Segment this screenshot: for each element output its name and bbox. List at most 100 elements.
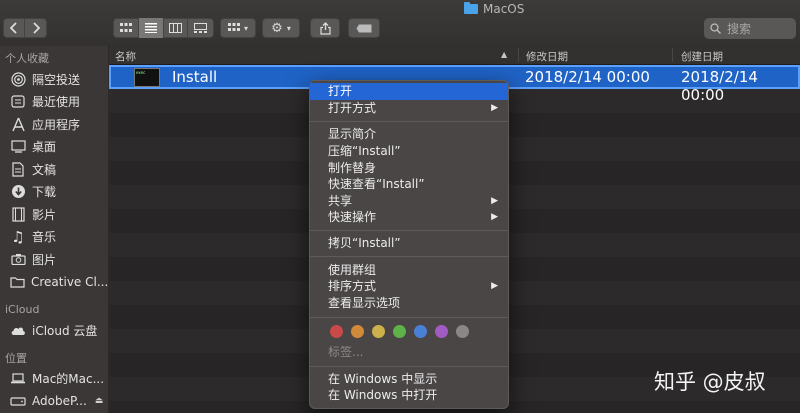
menu-item-view-options[interactable]: 查看显示选项 bbox=[310, 295, 508, 312]
menu-item-compress[interactable]: 压缩“Install” bbox=[310, 143, 508, 160]
menu-item-open-in-windows[interactable]: 在 Windows 中打开 bbox=[310, 387, 508, 404]
search-input[interactable] bbox=[725, 20, 791, 37]
menu-item-label: 共享 bbox=[328, 194, 353, 208]
drive-icon bbox=[10, 393, 26, 409]
airdrop-icon bbox=[10, 71, 26, 87]
sidebar-item-desktop[interactable]: 桌面 bbox=[0, 136, 108, 159]
sidebar-section-favorites: 个人收藏 bbox=[5, 52, 49, 65]
context-menu: 打开 打开方式 ▶ 显示简介 压缩“Install” 制作替身 快速查看“Inst… bbox=[309, 80, 509, 409]
column-modified[interactable]: 修改日期 bbox=[526, 49, 568, 64]
menu-item-get-info[interactable]: 显示简介 bbox=[310, 126, 508, 143]
chevron-down-icon: ▾ bbox=[243, 23, 248, 33]
laptop-icon bbox=[10, 371, 26, 387]
list-view-icon bbox=[144, 23, 157, 33]
sidebar-item-icloud-drive[interactable]: iCloud 云盘 bbox=[0, 319, 108, 342]
menu-item-copy[interactable]: 拷贝“Install” bbox=[310, 235, 508, 252]
menu-item-open[interactable]: 打开 bbox=[310, 83, 508, 100]
sidebar-item-applications[interactable]: 应用程序 bbox=[0, 113, 108, 136]
share-button[interactable] bbox=[310, 18, 340, 38]
sidebar-item-downloads[interactable]: 下载 bbox=[0, 181, 108, 204]
icon-view-icon bbox=[119, 23, 132, 32]
sidebar-item-label: Mac的Mac... bbox=[32, 372, 105, 387]
sidebar-item-movies[interactable]: 影片 bbox=[0, 203, 108, 226]
tag-color-blue[interactable] bbox=[414, 325, 427, 338]
recents-icon bbox=[10, 94, 26, 110]
watermark: 知乎 @皮叔 bbox=[654, 370, 766, 394]
camera-icon bbox=[10, 251, 26, 267]
window-title: MacOS bbox=[464, 0, 524, 18]
eject-icon[interactable]: ⏏ bbox=[95, 396, 104, 406]
sidebar-item-pictures[interactable]: 图片 bbox=[0, 248, 108, 271]
list-view-button[interactable] bbox=[138, 18, 164, 38]
menu-item-label: 在 Windows 中打开 bbox=[328, 388, 438, 402]
forward-button[interactable] bbox=[25, 18, 46, 38]
menu-item-quick-look[interactable]: 快速查看“Install” bbox=[310, 176, 508, 193]
sidebar-item-documents[interactable]: 文稿 bbox=[0, 158, 108, 181]
gallery-view-button[interactable] bbox=[188, 18, 213, 38]
tag-color-gray[interactable] bbox=[456, 325, 469, 338]
action-button[interactable]: ⚙ ▾ bbox=[262, 18, 300, 38]
menu-item-label: 使用群组 bbox=[328, 263, 377, 277]
sidebar-item-music[interactable]: ♫ 音乐 bbox=[0, 226, 108, 249]
search-field[interactable] bbox=[704, 18, 796, 39]
chevron-left-icon bbox=[10, 22, 17, 34]
gear-icon: ⚙ bbox=[271, 20, 283, 36]
sidebar-item-adobe-volume[interactable]: AdobeP... ⏏ bbox=[0, 390, 108, 413]
sidebar-item-label: 音乐 bbox=[32, 230, 57, 245]
sidebar-item-airdrop[interactable]: 隔空投送 bbox=[0, 68, 108, 91]
group-button[interactable]: ▾ bbox=[220, 18, 256, 38]
sidebar: 个人收藏 隔空投送 最近使用 应用程序 桌面 文稿 下载 影片 ♫ 音乐 图片 … bbox=[0, 46, 108, 413]
column-created[interactable]: 创建日期 bbox=[681, 49, 723, 64]
sidebar-item-label: 桌面 bbox=[32, 140, 57, 155]
file-created-date: 2018/2/14 00:00 bbox=[681, 68, 758, 104]
submenu-arrow-icon: ▶ bbox=[491, 103, 498, 113]
share-icon bbox=[319, 21, 331, 35]
menu-item-make-alias[interactable]: 制作替身 bbox=[310, 160, 508, 177]
applications-icon bbox=[10, 116, 26, 132]
menu-item-label: 查看显示选项 bbox=[328, 296, 401, 310]
menu-item-share[interactable]: 共享 ▶ bbox=[310, 193, 508, 210]
grid-group-icon bbox=[227, 23, 240, 31]
sidebar-item-label: 图片 bbox=[32, 252, 57, 267]
menu-item-quick-actions[interactable]: 快速操作 ▶ bbox=[310, 209, 508, 226]
sidebar-item-mac[interactable]: Mac的Mac... bbox=[0, 368, 108, 391]
menu-item-label: 快速操作 bbox=[328, 210, 377, 224]
menu-item-use-groups[interactable]: 使用群组 bbox=[310, 262, 508, 279]
menu-separator bbox=[310, 256, 508, 257]
menu-separator bbox=[310, 317, 508, 318]
sidebar-item-label: 应用程序 bbox=[32, 117, 81, 132]
search-icon bbox=[710, 23, 721, 34]
sidebar-section-icloud: iCloud bbox=[5, 303, 40, 316]
sidebar-item-creative-cloud[interactable]: Creative Cl... bbox=[0, 271, 108, 294]
column-divider bbox=[672, 48, 673, 62]
folder-icon bbox=[464, 2, 478, 14]
menu-item-label: 显示简介 bbox=[328, 127, 377, 141]
icon-view-button[interactable] bbox=[114, 18, 139, 38]
tag-color-purple[interactable] bbox=[435, 325, 448, 338]
menu-item-sort-by[interactable]: 排序方式 ▶ bbox=[310, 278, 508, 295]
menu-item-label: 拷贝“Install” bbox=[328, 236, 401, 250]
back-button[interactable] bbox=[4, 18, 26, 38]
column-divider bbox=[518, 48, 519, 62]
nav-buttons bbox=[3, 18, 47, 38]
menu-separator bbox=[310, 121, 508, 122]
column-view-icon bbox=[168, 23, 182, 33]
music-note-icon: ♫ bbox=[11, 227, 25, 246]
tag-color-orange[interactable] bbox=[351, 325, 364, 338]
menu-separator bbox=[310, 230, 508, 231]
sidebar-section-locations: 位置 bbox=[5, 351, 27, 365]
tag-color-yellow[interactable] bbox=[372, 325, 385, 338]
sidebar-item-recents[interactable]: 最近使用 bbox=[0, 91, 108, 114]
tag-color-red[interactable] bbox=[330, 325, 343, 338]
tag-color-green[interactable] bbox=[393, 325, 406, 338]
menu-item-tags[interactable]: 标签... bbox=[310, 344, 508, 361]
menu-item-show-in-windows[interactable]: 在 Windows 中显示 bbox=[310, 371, 508, 388]
column-name[interactable]: 名称 bbox=[115, 49, 136, 64]
tag-button[interactable] bbox=[348, 18, 380, 38]
cloud-icon bbox=[10, 322, 26, 338]
column-view-button[interactable] bbox=[164, 18, 189, 38]
menu-item-open-with[interactable]: 打开方式 ▶ bbox=[310, 100, 508, 117]
menu-item-label: 打开 bbox=[328, 84, 353, 98]
menu-item-label: 制作替身 bbox=[328, 161, 377, 175]
menu-item-label: 压缩“Install” bbox=[328, 144, 401, 158]
